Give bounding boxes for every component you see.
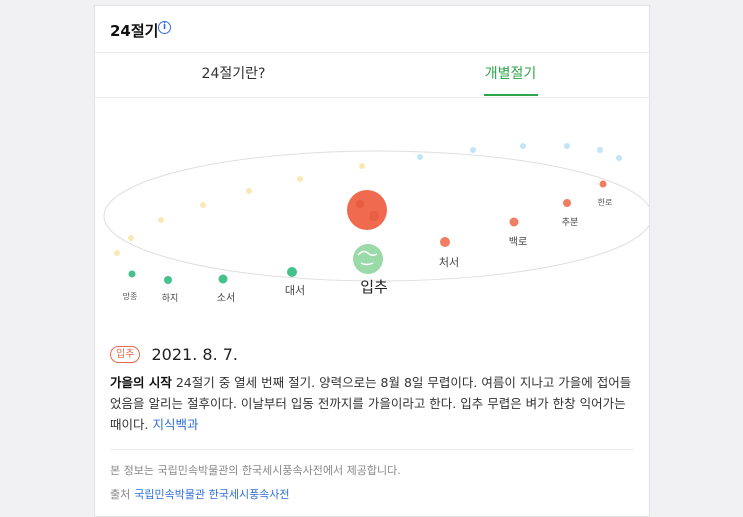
divider	[110, 449, 634, 450]
active-tab-indicator	[484, 94, 538, 96]
term-label-current: 입추	[360, 278, 388, 296]
term-dot-daeseo[interactable]	[287, 267, 297, 277]
term-date: 2021. 8. 7.	[151, 345, 239, 364]
term-dot[interactable]	[597, 147, 603, 153]
term-dot[interactable]	[417, 154, 423, 160]
term-dot[interactable]	[520, 143, 526, 149]
sun-icon	[347, 190, 387, 230]
term-badge: 입추	[110, 346, 141, 363]
knowledge-encyclopedia-link[interactable]: 지식백과	[152, 417, 198, 432]
solar-terms-card: 24절기 i 24절기란? 개별절기 망종 하지 소서 대서 입추 처서 백로 …	[94, 5, 650, 517]
term-dot[interactable]	[200, 202, 206, 208]
orbit-diagram: 망종 하지 소서 대서 입추 처서 백로 추분 한로	[103, 143, 649, 304]
term-label: 하지	[162, 293, 179, 304]
term-dot[interactable]	[114, 250, 120, 256]
term-label: 추분	[562, 217, 579, 228]
card-header: 24절기 i	[95, 6, 649, 53]
source-label: 출처	[110, 488, 131, 501]
earth-icon[interactable]	[353, 244, 383, 274]
source-link[interactable]: 국립민속박물관 한국세시풍속사전	[134, 488, 289, 501]
term-label: 한로	[598, 198, 613, 207]
card-title: 24절기	[110, 22, 159, 40]
date-row: 입추 2021. 8. 7.	[110, 344, 238, 366]
term-dot-baengno[interactable]	[509, 217, 519, 227]
term-dot[interactable]	[246, 188, 252, 194]
term-label: 망종	[123, 291, 138, 301]
term-dot[interactable]	[470, 147, 476, 153]
term-dot[interactable]	[616, 155, 622, 161]
source-line: 출처 국립민속박물관 한국세시풍속사전	[110, 486, 290, 502]
source-note: 본 정보는 국립민속박물관의 한국세시풍속사전에서 제공합니다.	[110, 464, 401, 477]
term-dot-hanno[interactable]	[599, 180, 607, 188]
term-label: 백로	[509, 236, 527, 248]
term-dot-soseo[interactable]	[218, 274, 228, 284]
term-heading: 가을의 시작	[110, 375, 172, 390]
term-description: 가을의 시작 24절기 중 열세 번째 절기. 양력으로는 8월 8일 무렵이다…	[110, 372, 640, 435]
term-dot[interactable]	[128, 235, 134, 241]
info-icon[interactable]: i	[158, 21, 171, 34]
term-label: 대서	[285, 284, 305, 297]
term-dot[interactable]	[359, 163, 365, 169]
term-dot-haji[interactable]	[164, 276, 172, 284]
term-label: 소서	[217, 292, 235, 304]
term-label: 처서	[439, 256, 459, 269]
term-dot[interactable]	[158, 217, 164, 223]
term-dot[interactable]	[297, 176, 303, 182]
term-dot[interactable]	[564, 143, 570, 149]
term-dot-chubun[interactable]	[563, 199, 571, 207]
tab-individual-terms[interactable]: 개별절기	[372, 53, 649, 97]
tab-about-24-terms[interactable]: 24절기란?	[95, 53, 372, 97]
tab-bar: 24절기란? 개별절기	[95, 53, 649, 98]
term-dot-cheoseo[interactable]	[440, 237, 450, 247]
term-dot-haji[interactable]	[128, 270, 136, 278]
